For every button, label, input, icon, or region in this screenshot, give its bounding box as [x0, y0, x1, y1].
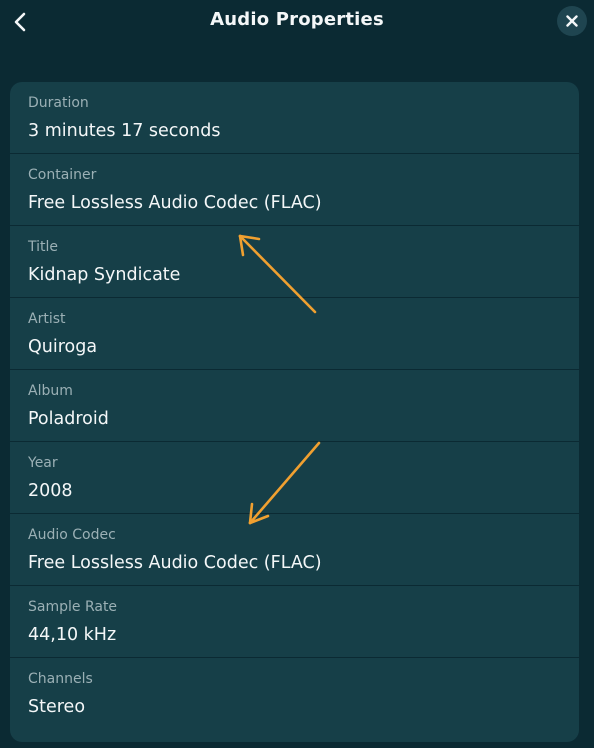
property-row-channels: Channels Stereo — [10, 658, 579, 730]
property-row-sample-rate: Sample Rate 44,10 kHz — [10, 586, 579, 658]
property-label: Artist — [28, 311, 66, 327]
property-label: Title — [28, 239, 59, 255]
property-value: Poladroid — [28, 409, 109, 429]
header-bar: Audio Properties — [0, 0, 594, 44]
property-value: 44,10 kHz — [28, 625, 117, 645]
property-row-audio-codec: Audio Codec Free Lossless Audio Codec (F… — [10, 514, 579, 586]
property-value: 2008 — [28, 481, 73, 501]
property-value: Kidnap Syndicate — [28, 265, 181, 285]
property-label: Duration — [28, 95, 89, 111]
property-label: Sample Rate — [28, 599, 118, 615]
property-row-duration: Duration 3 minutes 17 seconds — [10, 82, 579, 154]
property-label: Year — [28, 455, 58, 471]
property-label: Channels — [28, 671, 93, 687]
property-row-artist: Artist Quiroga — [10, 298, 579, 370]
property-value: 3 minutes 17 seconds — [28, 121, 221, 141]
close-icon — [566, 15, 578, 27]
property-row-album: Album Poladroid — [10, 370, 579, 442]
properties-panel: Duration 3 minutes 17 seconds Container … — [10, 82, 579, 742]
page-title: Audio Properties — [210, 9, 384, 30]
property-label: Container — [28, 167, 97, 183]
property-row-container: Container Free Lossless Audio Codec (FLA… — [10, 154, 579, 226]
property-value: Stereo — [28, 697, 86, 717]
property-row-year: Year 2008 — [10, 442, 579, 514]
close-button[interactable] — [557, 6, 587, 36]
property-label: Album — [28, 383, 73, 399]
property-label: Audio Codec — [28, 527, 116, 543]
property-value: Free Lossless Audio Codec (FLAC) — [28, 553, 322, 573]
property-row-title: Title Kidnap Syndicate — [10, 226, 579, 298]
property-value: Free Lossless Audio Codec (FLAC) — [28, 193, 322, 213]
property-value: Quiroga — [28, 337, 98, 357]
